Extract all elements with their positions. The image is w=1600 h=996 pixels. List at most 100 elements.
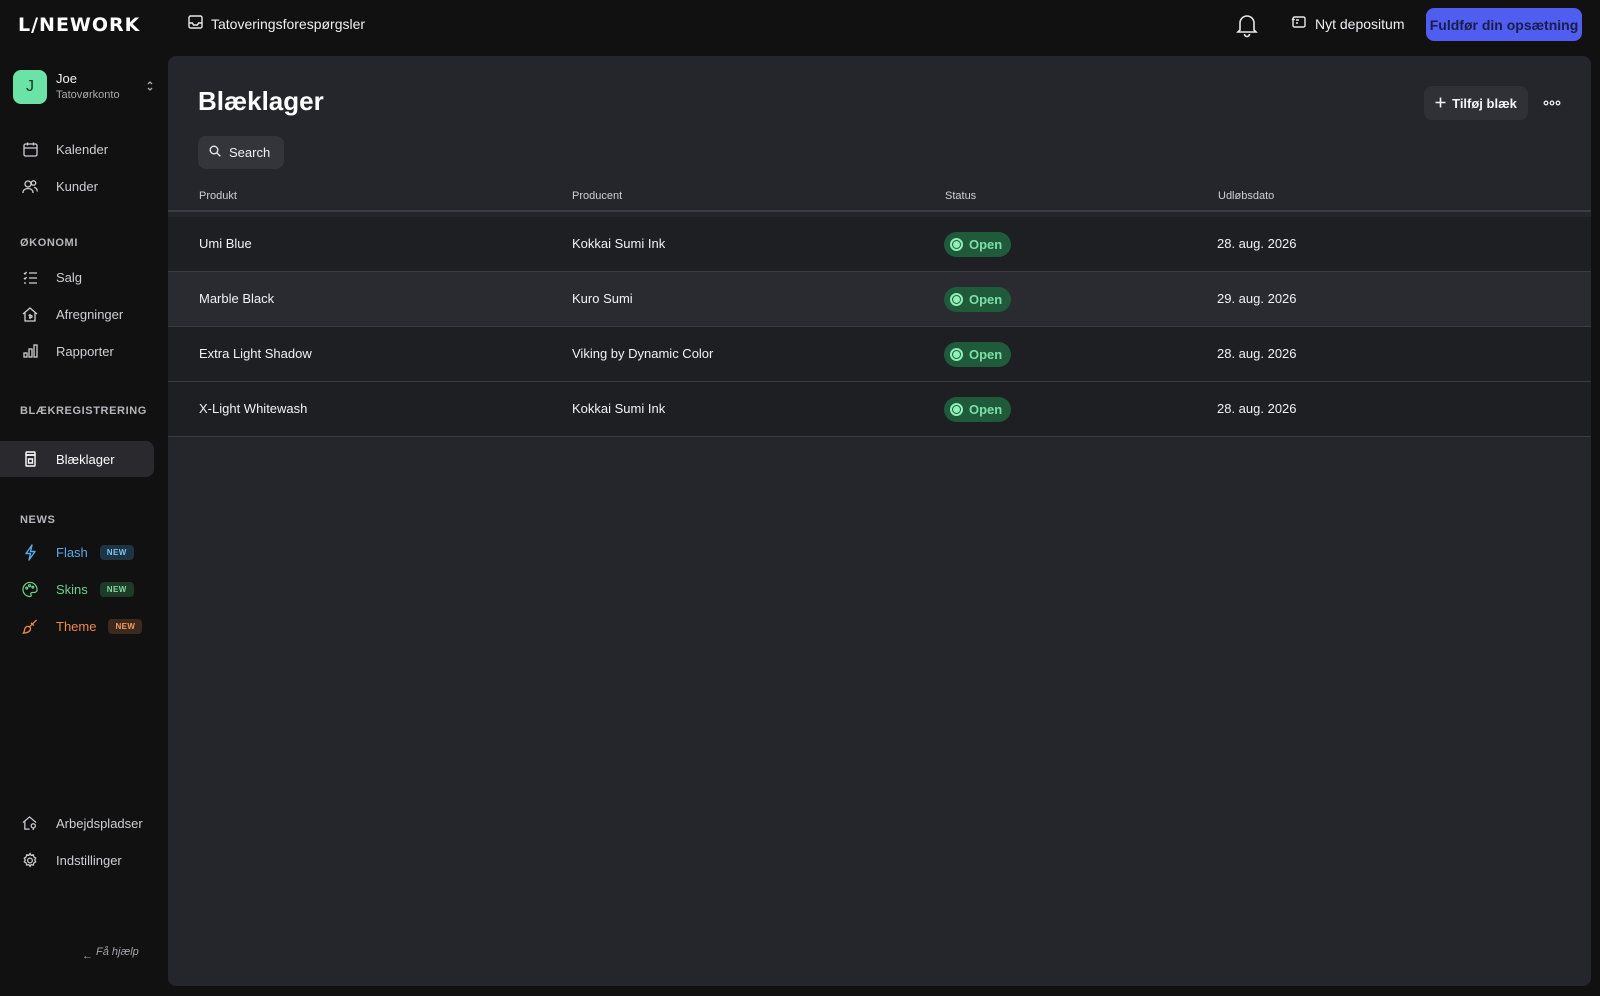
sidebar-item-arbejdspladser[interactable]: Arbejdspladser [0,805,154,841]
deposit-icon [1291,15,1307,32]
gear-icon [22,851,38,868]
sidebar-item-theme[interactable]: Theme NEW [0,608,154,644]
maker-cell: Kokkai Sumi Ink [572,236,666,251]
help-label: Få hjælp [96,946,139,958]
chevron-up-down-icon [145,79,155,93]
maker-cell: Viking by Dynamic Color [572,346,714,361]
new-deposit-button[interactable]: Nyt depositum [1291,15,1404,32]
payout-icon [22,306,38,322]
list-icon [22,269,38,285]
column-header-status[interactable]: Status [945,190,976,202]
status-dot-icon [950,293,963,306]
status-label: Open [969,402,1003,417]
sidebar-item-afregninger[interactable]: Afregninger [0,296,154,332]
sidebar-item-blaeklager[interactable]: Blæklager [0,441,154,477]
account-type: Tatovørkonto [56,89,120,101]
table-row[interactable]: Extra Light Shadow Viking by Dynamic Col… [168,327,1591,382]
sidebar-item-label: Theme [56,618,97,634]
table-header: Produkt Producent Status Udløbsdato [168,180,1591,212]
top-bar: L/NEWORK Tatoveringsforespørgsler Nyt de… [0,0,1600,50]
status-label: Open [969,347,1003,362]
sidebar-item-label: Kunder [56,178,98,194]
table-row[interactable]: Umi Blue Kokkai Sumi Ink Open 28. aug. 2… [168,217,1591,272]
status-badge: Open [944,287,1012,312]
sidebar: J Joe Tatovørkonto Kalender Kunder ØKONO… [0,56,168,996]
ink-bottle-icon [22,451,38,467]
expiry-cell: 28. aug. 2026 [1217,401,1297,416]
app-logo[interactable]: L/NEWORK [18,14,140,36]
sidebar-item-label: Kalender [56,141,109,157]
status-dot-icon [950,238,963,251]
new-deposit-label: Nyt depositum [1315,15,1405,32]
status-dot-icon [950,403,963,416]
search-input[interactable] [229,145,283,160]
table-row[interactable]: Marble Black Kuro Sumi Open 29. aug. 202… [168,272,1591,327]
maker-cell: Kuro Sumi [572,291,633,306]
status-badge: Open [944,342,1012,367]
new-badge: NEW [99,581,134,597]
new-badge: NEW [99,544,134,560]
expiry-cell: 28. aug. 2026 [1217,236,1297,251]
more-options-icon[interactable] [1534,86,1570,120]
product-cell: X-Light Whitewash [199,401,308,416]
product-cell: Extra Light Shadow [199,346,312,361]
sidebar-item-rapporter[interactable]: Rapporter [0,333,154,369]
search-icon [209,144,221,162]
column-header-product[interactable]: Produkt [199,190,237,202]
brush-icon [22,618,38,634]
sidebar-item-kunder[interactable]: Kunder [0,168,154,204]
users-icon [22,178,38,194]
column-header-maker[interactable]: Producent [572,190,622,202]
workplace-icon [22,815,38,831]
sidebar-item-kalender[interactable]: Kalender [0,131,154,167]
account-switcher[interactable]: J Joe Tatovørkonto [13,69,155,105]
status-dot-icon [950,348,963,361]
avatar: J [13,70,47,104]
new-badge: NEW [108,618,143,634]
bar-chart-icon [22,343,38,359]
sidebar-item-label: Arbejdspladser [56,815,143,831]
inbox-icon [188,15,203,32]
tattoo-requests-label: Tatoveringsforespørgsler [211,15,366,32]
plus-icon [1435,96,1446,111]
help-link[interactable]: ← Få hjælp [82,946,142,962]
product-cell: Umi Blue [199,236,252,251]
page-title: Blæklager [198,86,324,116]
section-title-news: NEWS [20,514,56,526]
account-name: Joe [56,71,77,86]
status-badge: Open [944,397,1012,422]
sidebar-item-flash[interactable]: Flash NEW [0,534,154,570]
status-label: Open [969,292,1003,307]
add-ink-button[interactable]: Tilføj blæk [1424,86,1528,120]
sidebar-item-skins[interactable]: Skins NEW [0,571,154,607]
sidebar-item-label: Skins [56,581,88,597]
expiry-cell: 28. aug. 2026 [1217,346,1297,361]
sidebar-item-label: Flash [56,544,88,560]
sidebar-item-label: Blæklager [56,451,115,467]
section-title-ink: BLÆKREGISTRERING [20,405,147,417]
product-cell: Marble Black [199,291,275,306]
main-panel: Blæklager Tilføj blæk Produkt Producent … [168,56,1591,986]
status-badge: Open [944,232,1012,257]
arrow-left-icon: ← [82,950,93,962]
calendar-icon [22,141,38,157]
sidebar-item-label: Rapporter [56,343,114,359]
column-header-expiry[interactable]: Udløbsdato [1218,190,1274,202]
section-title-economy: ØKONOMI [20,237,78,249]
add-ink-label: Tilføj blæk [1452,95,1517,111]
complete-setup-button[interactable]: Fuldfør din opsætning [1426,8,1582,41]
search-box[interactable] [198,136,284,169]
sidebar-item-label: Salg [56,269,83,285]
sidebar-item-label: Indstillinger [56,852,122,868]
sidebar-item-indstillinger[interactable]: Indstillinger [0,842,154,878]
expiry-cell: 29. aug. 2026 [1217,291,1297,306]
bell-icon[interactable] [1236,12,1258,38]
table-row[interactable]: X-Light Whitewash Kokkai Sumi Ink Open 2… [168,382,1591,437]
status-label: Open [969,237,1003,252]
maker-cell: Kokkai Sumi Ink [572,401,666,416]
tattoo-requests-link[interactable]: Tatoveringsforespørgsler [188,15,365,32]
palette-icon [22,581,38,597]
sidebar-item-salg[interactable]: Salg [0,259,154,295]
sidebar-item-label: Afregninger [56,306,124,322]
lightning-icon [22,543,38,561]
